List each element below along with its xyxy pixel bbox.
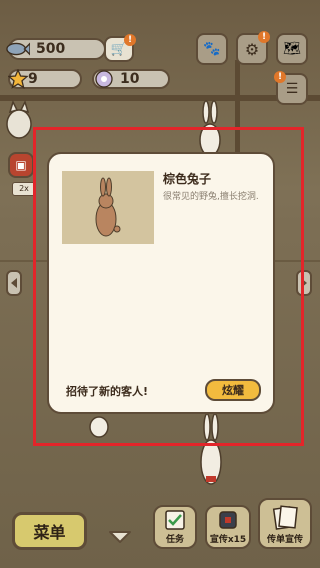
map-button[interactable]: 🗺 — [276, 33, 308, 65]
guest-portrait — [62, 171, 154, 244]
task-button[interactable]: 任务 — [153, 505, 197, 549]
gem-icon — [92, 67, 116, 91]
list-icon: ☰ — [285, 81, 299, 97]
new-guest-message: 招待了新的客人! — [66, 385, 149, 398]
guest-name: 棕色兔子 — [163, 172, 212, 186]
chevron-down-icon[interactable] — [108, 530, 132, 544]
list-button[interactable]: ☰ ! — [274, 71, 308, 105]
menu-button[interactable]: 菜单 — [12, 512, 87, 550]
tv-icon: ▣ — [15, 158, 27, 172]
gear-icon: ⚙ — [244, 39, 260, 59]
star-icon — [6, 67, 30, 91]
gem-currency[interactable]: 10 — [92, 69, 170, 89]
wall-beam — [0, 95, 320, 101]
promo-card-icon — [219, 511, 237, 529]
new-guest-dialog: 棕色兔子 很常见的野兔,擅长挖洞. 招待了新的客人! 炫耀 — [47, 152, 275, 414]
gem-count: 10 — [120, 71, 140, 87]
paw-book-icon: 🐾 — [203, 41, 221, 57]
album-button[interactable]: 🐾 — [196, 33, 228, 65]
flyer-icon — [272, 505, 298, 530]
map-icon: 🗺 — [283, 41, 301, 57]
brown-rabbit-icon — [95, 177, 121, 237]
settings-button[interactable]: ⚙ ! — [236, 31, 270, 65]
alert-badge: ! — [124, 34, 136, 46]
fish-currency[interactable]: 500 — [6, 37, 106, 61]
flyer-button[interactable]: 传单宣传 — [258, 498, 312, 549]
show-off-button[interactable]: 炫耀 — [205, 379, 261, 401]
promo-button[interactable]: 宣传x15 — [205, 505, 251, 549]
cat-figure — [6, 100, 32, 139]
guest-description: 很常见的野兔,擅长挖洞. — [163, 192, 259, 202]
task-label: 任务 — [165, 535, 184, 545]
promo-label: 宣传x15 — [209, 535, 247, 545]
fish-icon — [6, 37, 30, 61]
alert-badge: ! — [274, 71, 286, 83]
prev-arrow-button[interactable] — [6, 270, 22, 296]
flyer-label: 传单宣传 — [266, 535, 303, 545]
shop-cart-button[interactable]: 🛒 ! — [104, 34, 136, 62]
star-currency[interactable]: 9 — [8, 69, 82, 89]
chevron-left-icon — [11, 278, 17, 288]
alert-badge: ! — [258, 31, 270, 43]
checklist-icon — [165, 510, 185, 530]
fish-count: 500 — [36, 41, 66, 57]
tv-button[interactable]: ▣ — [8, 152, 34, 178]
